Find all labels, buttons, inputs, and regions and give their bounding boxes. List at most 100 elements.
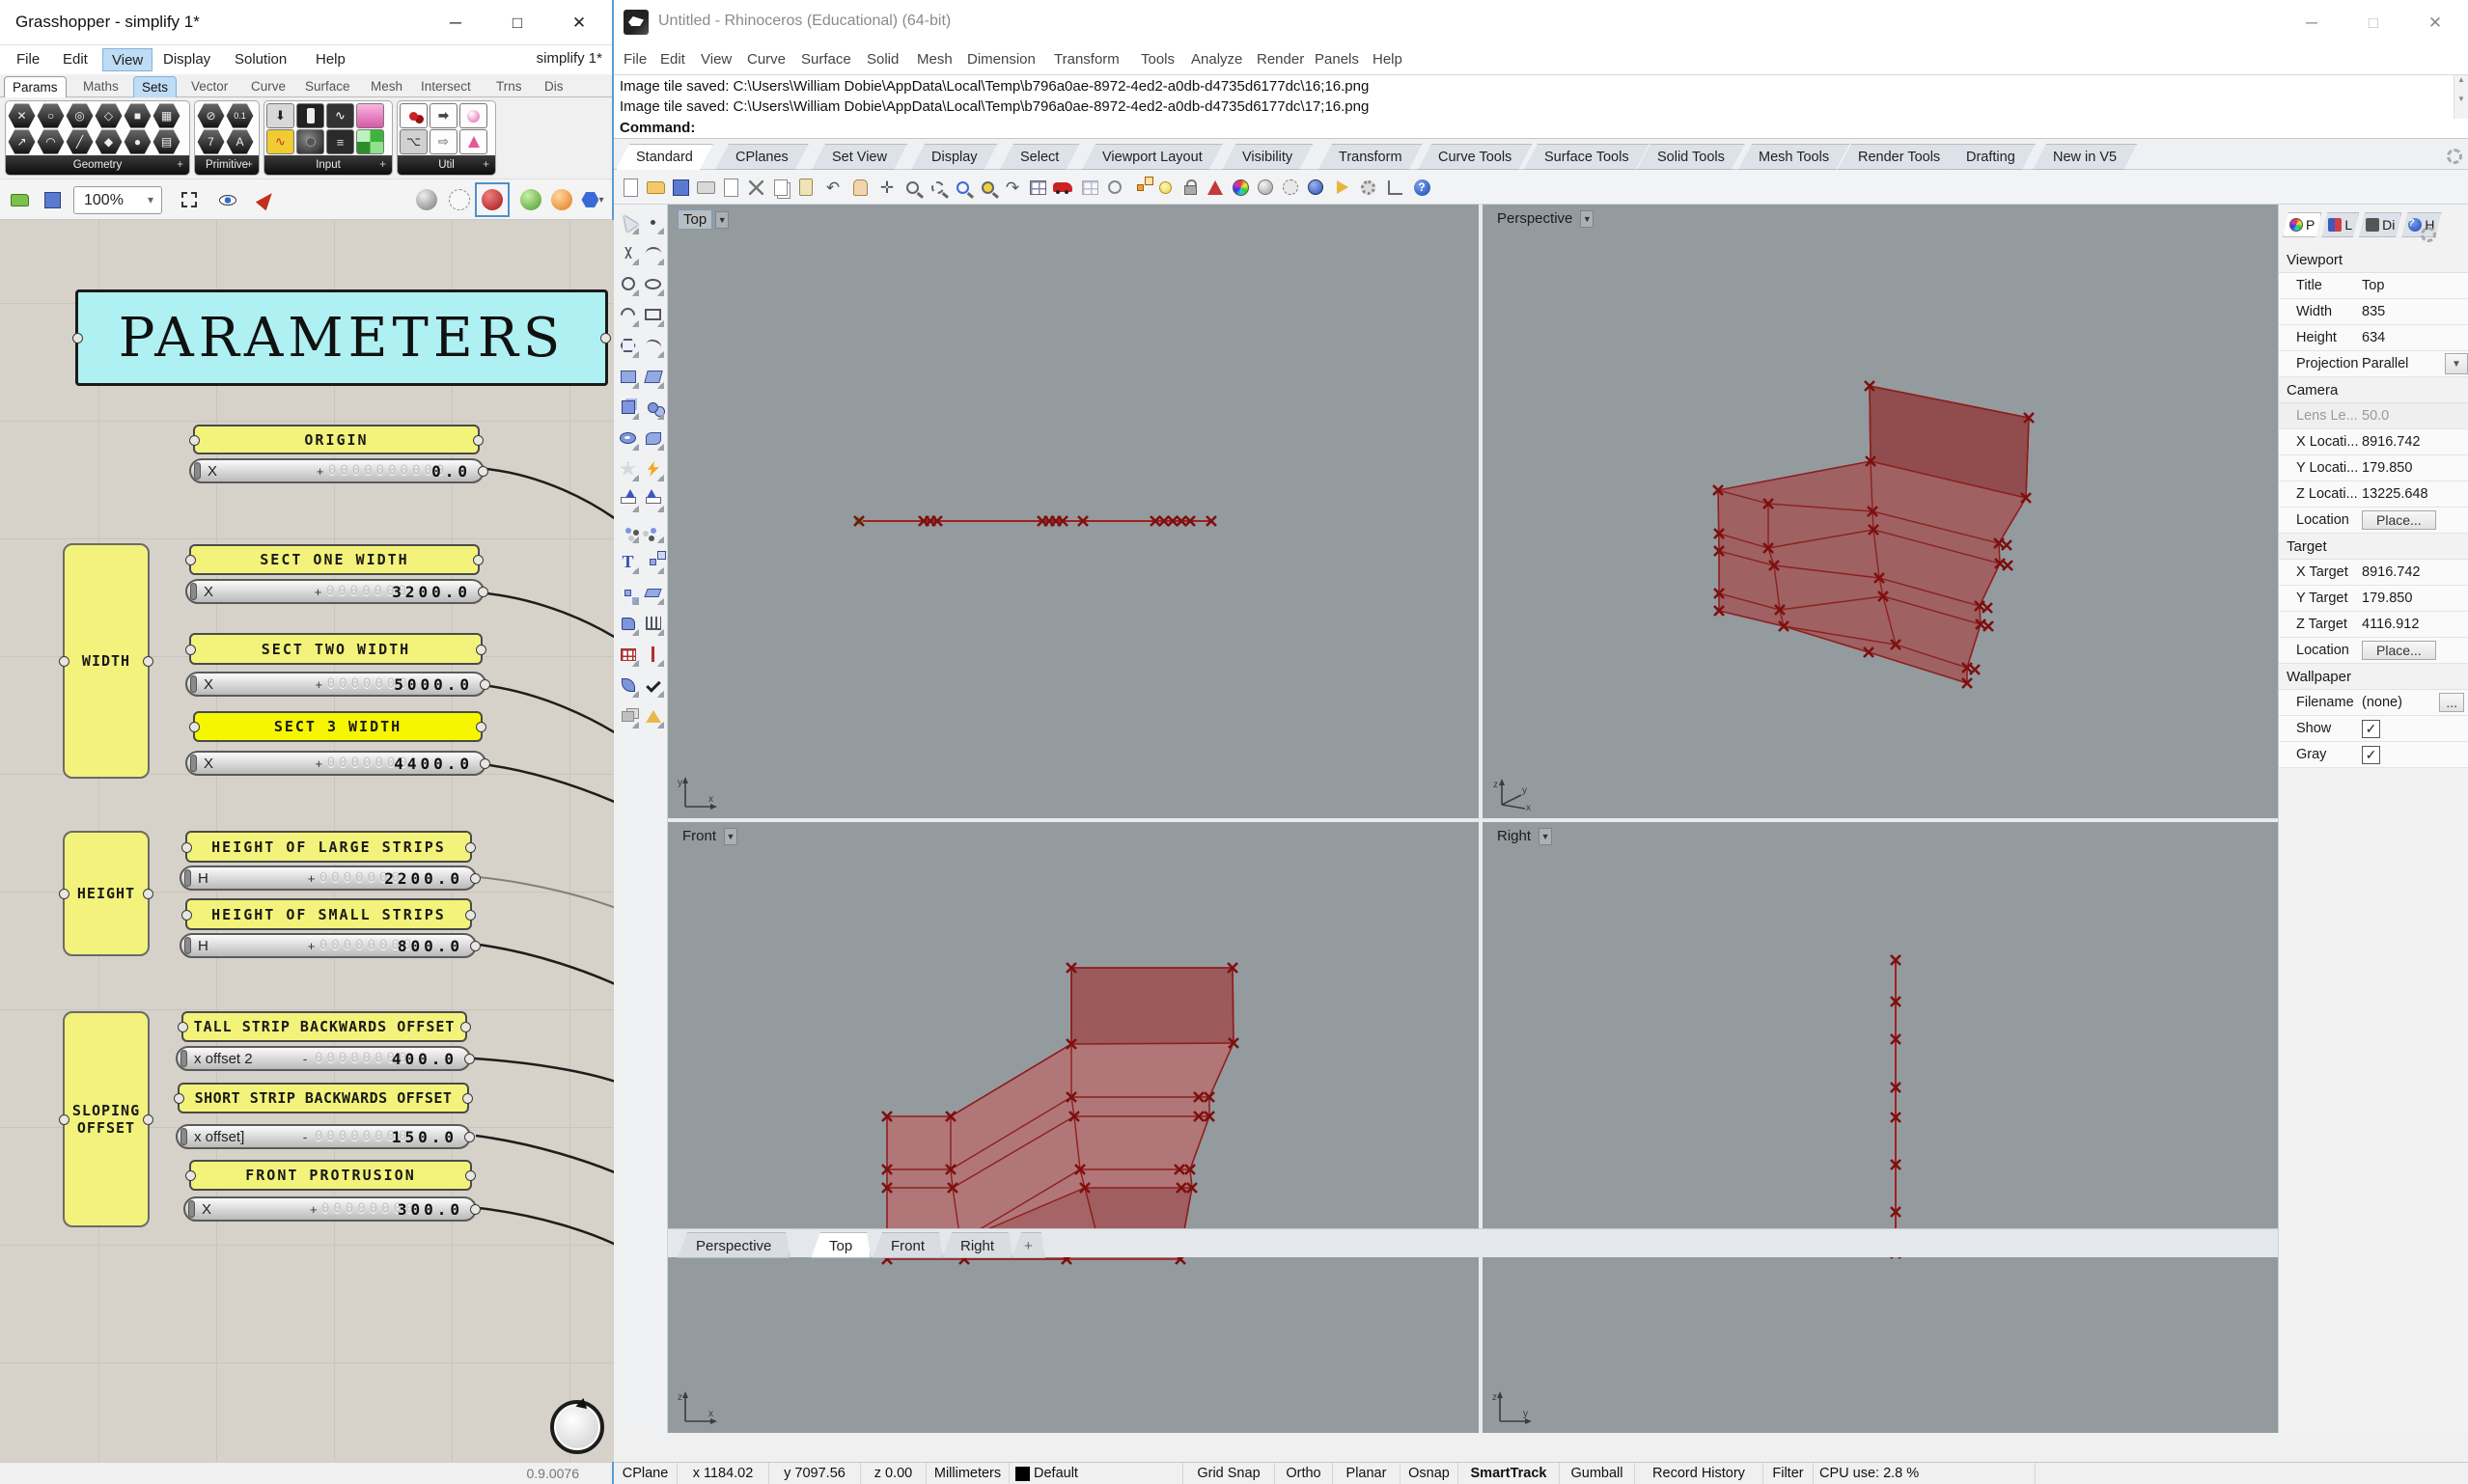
panel-sect-one-width[interactable]: SECT ONE WIDTH xyxy=(185,544,484,575)
chevron-down-icon[interactable]: ▼ xyxy=(1580,209,1594,228)
slider-tall-strip-offset[interactable]: x offset 2 - 00000000 400.0 xyxy=(176,1046,475,1071)
zoom-in-icon[interactable] xyxy=(900,175,925,200)
number-icon[interactable] xyxy=(226,103,254,128)
command-scrollbar[interactable]: ▲ ▼ xyxy=(2454,75,2468,119)
spiral-icon[interactable] xyxy=(66,103,94,128)
surface-icon[interactable] xyxy=(641,363,665,390)
value-list-icon[interactable]: ≡ xyxy=(326,129,354,154)
menu-file[interactable]: File xyxy=(8,48,48,71)
menu-view[interactable]: View xyxy=(102,48,153,71)
maximize-icon[interactable]: □ xyxy=(486,0,548,45)
print-icon[interactable] xyxy=(693,175,718,200)
tab-dis[interactable]: Dis xyxy=(537,76,571,97)
panel-front-protrusion[interactable]: FRONT PROTRUSION xyxy=(185,1160,476,1191)
menu-solid[interactable]: Solid xyxy=(859,48,906,71)
gray-checkbox[interactable]: ✓ xyxy=(2362,745,2380,764)
integer-icon[interactable] xyxy=(197,129,225,154)
menu-dimension[interactable]: Dimension xyxy=(959,48,1043,71)
null-icon[interactable] xyxy=(8,103,36,128)
tab-intersect[interactable]: Intersect xyxy=(413,76,479,97)
menu-file[interactable]: File xyxy=(616,48,654,71)
edit-note-icon[interactable] xyxy=(718,175,743,200)
tab-new-in-v5[interactable]: New in V5 xyxy=(2033,144,2137,170)
minimize-icon[interactable]: ─ xyxy=(425,0,486,45)
notification-flag-icon[interactable] xyxy=(1330,175,1355,200)
slider-origin[interactable]: X + 0000000000 0.0 xyxy=(189,458,488,483)
rectangle-icon[interactable] xyxy=(641,301,665,328)
text-icon[interactable] xyxy=(226,129,254,154)
arrow-icon[interactable]: ⇨ xyxy=(430,129,458,154)
mesh-icon[interactable] xyxy=(153,103,180,128)
slider-front-protrusion[interactable]: X + 00000000 300.0 xyxy=(183,1196,481,1222)
tab-cplanes[interactable]: CPlanes xyxy=(715,144,809,170)
zoom-dropdown[interactable]: 100% ▾ xyxy=(73,186,162,214)
status-record-history[interactable]: Record History xyxy=(1635,1463,1763,1484)
tab-layers[interactable]: L xyxy=(2321,212,2359,237)
grasshopper-canvas[interactable]: PARAMETERS WIDTH HEIGHT SLOPING OFFSET O… xyxy=(0,220,614,1462)
place-button[interactable]: Place... xyxy=(2362,510,2436,530)
rectangle-icon[interactable] xyxy=(95,129,123,154)
status-gumball[interactable]: Gumball xyxy=(1560,1463,1635,1484)
ellipse-icon[interactable] xyxy=(641,270,665,297)
panel-sect-3-width[interactable]: SECT 3 WIDTH xyxy=(189,711,486,742)
tab-render-tools[interactable]: Render Tools xyxy=(1838,144,1960,170)
tab-drafting[interactable]: Drafting xyxy=(1946,144,2036,170)
viewport-label-front[interactable]: Front ▼ xyxy=(678,827,738,845)
graph-mapper-icon[interactable]: ∿ xyxy=(326,103,354,128)
gear-icon[interactable] xyxy=(2420,227,2436,242)
polygon-icon[interactable] xyxy=(616,332,640,359)
extract-surface-icon[interactable] xyxy=(616,702,640,729)
line-icon[interactable] xyxy=(66,129,94,154)
save-icon[interactable] xyxy=(39,186,66,213)
preview-eye-icon[interactable] xyxy=(214,186,241,213)
twisted-box-icon[interactable] xyxy=(153,129,180,154)
tab-select[interactable]: Select xyxy=(1000,144,1079,170)
status-units[interactable]: Millimeters xyxy=(927,1463,1010,1484)
status-filter[interactable]: Filter xyxy=(1763,1463,1814,1484)
options-gear-icon[interactable] xyxy=(1355,175,1380,200)
toggle-icon[interactable] xyxy=(296,103,324,128)
sketch-pen-icon[interactable] xyxy=(253,186,280,213)
help-icon[interactable]: ? xyxy=(1409,175,1434,200)
named-view-icon[interactable] xyxy=(1050,175,1075,200)
menu-help[interactable]: Help xyxy=(1365,48,1410,71)
import-icon[interactable]: ⬇ xyxy=(266,103,294,128)
point-group-icon[interactable] xyxy=(641,517,665,544)
viewport-front[interactable]: Front ▼ zx xyxy=(668,822,1479,1433)
slider-height-large-strips[interactable]: H + 0000000 2200.0 xyxy=(180,866,481,891)
panel-short-strip-offset[interactable]: SHORT STRIP BACKWARDS OFFSET xyxy=(174,1083,473,1113)
gear-icon[interactable] xyxy=(2447,149,2462,164)
torus-icon[interactable] xyxy=(616,425,640,452)
status-layer[interactable]: Default xyxy=(1010,1463,1183,1484)
null-item-icon[interactable] xyxy=(197,103,225,128)
blend-icon[interactable] xyxy=(616,517,640,544)
scribble-icon[interactable]: ∿ xyxy=(266,129,294,154)
copy-icon[interactable] xyxy=(768,175,793,200)
status-planar[interactable]: Planar xyxy=(1333,1463,1400,1484)
selected-preview-icon[interactable]: ▾ xyxy=(579,186,606,213)
shear-icon[interactable] xyxy=(641,579,665,606)
lamp-cone-icon[interactable] xyxy=(641,702,665,729)
select-arrow-icon[interactable] xyxy=(616,208,640,235)
menu-surface[interactable]: Surface xyxy=(793,48,859,71)
chevron-down-icon[interactable]: ▼ xyxy=(724,827,738,845)
circle-center-icon[interactable] xyxy=(1102,175,1127,200)
menu-panels[interactable]: Panels xyxy=(1307,48,1367,71)
vp-tab-front[interactable]: Front xyxy=(873,1232,943,1258)
command-prompt[interactable]: Command: xyxy=(620,118,695,138)
arc-icon[interactable] xyxy=(616,301,640,328)
viewport-label-top[interactable]: Top ▼ xyxy=(678,209,730,230)
tab-surface[interactable]: Surface xyxy=(297,76,358,97)
ribbon-group-label[interactable]: Util + xyxy=(398,155,495,175)
cut-icon[interactable] xyxy=(743,175,768,200)
viewport-label-perspective[interactable]: Perspective ▼ xyxy=(1492,209,1594,228)
control-points-icon[interactable] xyxy=(1127,175,1152,200)
surface-patch-icon[interactable] xyxy=(616,363,640,390)
tab-mesh-tools[interactable]: Mesh Tools xyxy=(1738,144,1849,170)
panel-tall-strip-offset[interactable]: TALL STRIP BACKWARDS OFFSET xyxy=(178,1011,471,1042)
tab-curve[interactable]: Curve xyxy=(243,76,293,97)
group-sloping-offset[interactable]: SLOPING OFFSET xyxy=(59,1011,153,1227)
point-icon[interactable] xyxy=(641,208,665,235)
lock-icon[interactable] xyxy=(1178,175,1203,200)
curve-icon[interactable] xyxy=(641,239,665,266)
